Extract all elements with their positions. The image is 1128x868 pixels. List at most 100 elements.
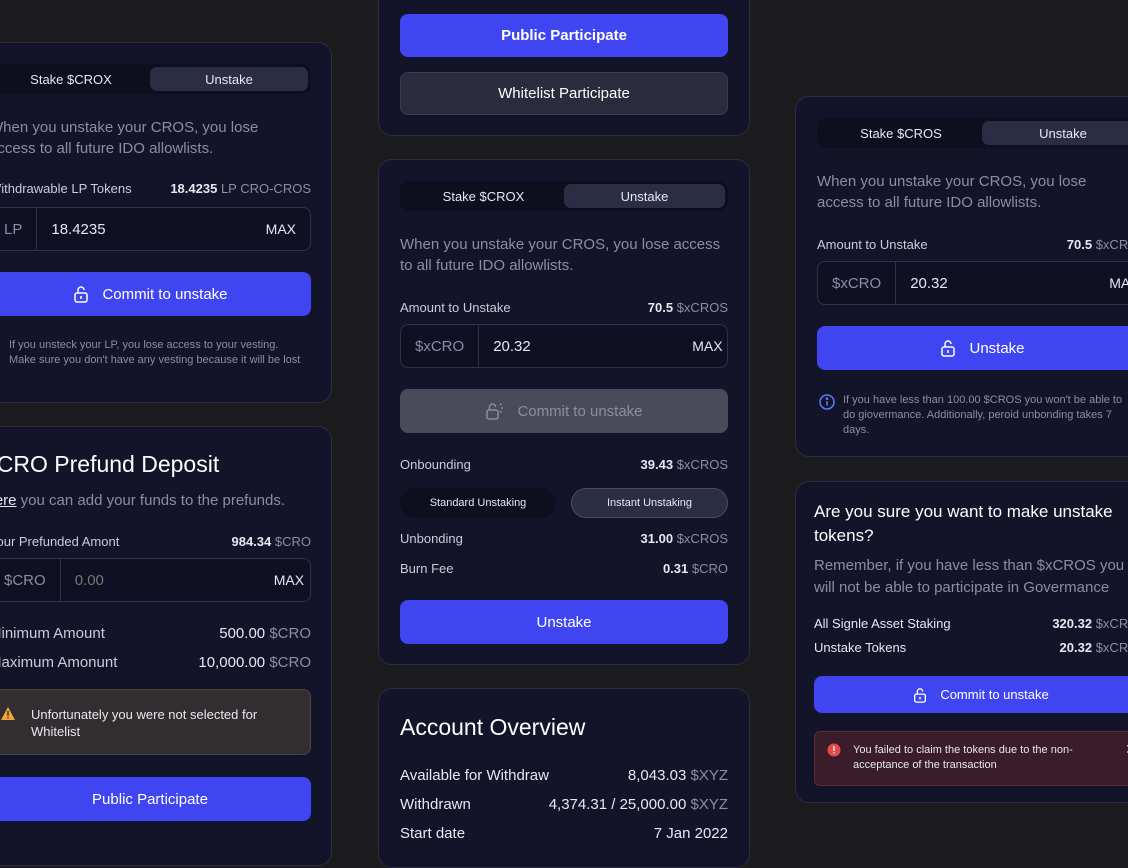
error-text: You failed to claim the tokens due to th…	[853, 744, 1073, 771]
public-participate-label: Public Participate	[501, 27, 627, 44]
tab-unstake[interactable]: Unstake	[150, 67, 308, 91]
maximum-row: Maximum Amonunt 10,000.00 $CRO	[0, 654, 311, 671]
unstake-amount-input[interactable]	[479, 337, 693, 355]
tab-unstake[interactable]: Unstake	[982, 121, 1128, 145]
confirm-title: Are you sure you want to make unstake to…	[814, 502, 1113, 545]
burn-fee-value: 0.31	[662, 561, 689, 576]
prefund-card: $CRO Prefund Deposit Here you can add yo…	[0, 426, 332, 866]
input-prefix: $xCRO	[818, 262, 897, 304]
max-button[interactable]: MAX	[692, 338, 736, 354]
amount-row: Amount to Unstake 70.5 $xCROS	[400, 300, 728, 315]
lp-tokens-value: 18.4235	[170, 181, 218, 196]
public-participate-button[interactable]: Public Participate	[0, 777, 311, 821]
lp-unstake-card: Stake $CROX Unstake When you unstake you…	[0, 42, 332, 403]
lp-amount-field[interactable]: LP MAX	[0, 207, 311, 251]
tab-stake[interactable]: Stake $CROX	[403, 184, 564, 208]
all-staking-row: All Signle Asset Staking 320.32 $xCROS	[814, 616, 1128, 631]
unstake-tokens-label: Unstake Tokens	[814, 640, 907, 655]
whitelist-participate-button[interactable]: Whitelist Participate	[400, 72, 728, 115]
maximum-value: 10,000.00	[198, 654, 266, 671]
minimum-row: Minimum Amount 500.00 $CRO	[0, 625, 311, 642]
amount-label: Amount to Unstake	[400, 300, 511, 315]
start-date-value: 7 Jan 2022	[653, 825, 728, 842]
prefund-amount-field[interactable]: $CRO MAX	[0, 558, 311, 602]
minimum-label: Minimum Amount	[0, 625, 105, 642]
commit-unstake-button[interactable]: Commit to unstake	[814, 676, 1128, 713]
unstake-tokens-value: 20.32	[1059, 640, 1093, 655]
loading-unlock-icon	[486, 402, 504, 420]
maximum-label: Maximum Amonunt	[0, 654, 118, 671]
unstake-simple-card: Stake $CROS Unstake When you unstake you…	[795, 96, 1128, 457]
unstake-card: Stake $CROX Unstake When you unstake you…	[378, 159, 750, 665]
confirm-description: Remember, if you have less than $xCROS y…	[814, 557, 1125, 596]
tab-unstake[interactable]: Unstake	[564, 184, 725, 208]
account-overview-title: Account Overview	[400, 714, 586, 740]
stake-tabs: Stake $CROX Unstake	[0, 64, 311, 94]
prefund-description: Here you can add your funds to the prefu…	[0, 492, 285, 509]
minimum-value: 500.00	[219, 625, 266, 642]
max-button[interactable]: MAX	[1109, 275, 1128, 291]
instant-unstaking-button[interactable]: Instant Unstaking	[571, 488, 728, 518]
prefunded-value: 984.34	[231, 534, 272, 549]
unlock-icon	[74, 286, 89, 303]
burn-fee-label: Burn Fee	[400, 561, 454, 576]
vesting-note: If you unsteck your LP, you lose access …	[9, 339, 301, 366]
lp-tokens-row: Withdrawable LP Tokens 18.4235 LP CRO-CR…	[0, 181, 311, 196]
unstake-button[interactable]: Unstake	[817, 326, 1128, 370]
commit-label: Commit to unstake	[940, 687, 1049, 702]
lp-tokens-label: Withdrawable LP Tokens	[0, 181, 132, 196]
unlock-icon	[914, 687, 927, 703]
onbounding-value: 39.43	[640, 457, 674, 472]
stake-tabs: Stake $CROX Unstake	[400, 181, 728, 211]
unstake-label: Unstake	[536, 613, 592, 631]
lp-tokens-unit: LP CRO-CROS	[220, 181, 311, 196]
available-row: Available for Withdraw 8,043.03 $XYZ	[400, 767, 728, 784]
here-link[interactable]: Here	[0, 492, 17, 509]
confirm-unstake-card: Are you sure you want to make unstake to…	[795, 481, 1128, 803]
tab-stake[interactable]: Stake $CROS	[820, 121, 982, 145]
commit-unstake-button[interactable]: Commit to unstake	[0, 272, 311, 316]
standard-unstaking-button[interactable]: Standard Unstaking	[400, 488, 556, 518]
governance-info: If you have less than 100.00 $CROS you w…	[843, 394, 1123, 436]
max-button[interactable]: MAX	[274, 572, 318, 588]
input-prefix: LP	[0, 208, 38, 250]
commit-label: Commit to unstake	[517, 402, 643, 420]
whitelist-warning: Unfortunately you were not selected for …	[0, 689, 311, 755]
warning-text: Unfortunately you were not selected for …	[31, 707, 258, 739]
unstake-amount-field[interactable]: $xCRO MAX	[400, 324, 728, 368]
start-date-label: Start date	[400, 825, 466, 842]
prefunded-row: Your Prefunded Amont 984.34 $CRO	[0, 534, 311, 549]
lp-amount-input[interactable]	[37, 220, 266, 238]
unstake-description: When you unstake your CROS, you lose acc…	[817, 173, 1087, 211]
unstake-description: When you unstake your CROS, you lose acc…	[0, 119, 259, 157]
public-participate-button[interactable]: Public Participate	[400, 14, 728, 57]
withdrawn-row: Withdrawn 4,374.31 / 25,000.00 $XYZ	[400, 796, 728, 813]
unstake-amount-input[interactable]	[896, 274, 1110, 292]
available-label: Available for Withdraw	[400, 767, 549, 784]
unbonding-row: Unbonding 31.00 $xCROS	[400, 531, 728, 546]
burn-fee-row: Burn Fee 0.31 $CRO	[400, 561, 728, 576]
all-staking-label: All Signle Asset Staking	[814, 616, 951, 631]
commit-unstake-button[interactable]: Commit to unstake	[400, 389, 728, 433]
participate-card: Public Participate Whitelist Participate	[378, 0, 750, 136]
available-value: 8,043.03	[627, 767, 687, 784]
unstake-amount-field[interactable]: $xCRO MAX	[817, 261, 1128, 305]
withdrawn-value: 4,374.31 / 25,000.00	[548, 796, 687, 813]
tab-stake[interactable]: Stake $CROX	[0, 67, 150, 91]
withdrawn-label: Withdrawn	[400, 796, 471, 813]
input-prefix: $CRO	[0, 559, 61, 601]
max-button[interactable]: MAX	[266, 221, 310, 237]
prefund-amount-input[interactable]	[60, 571, 274, 589]
start-date-row: Start date 7 Jan 2022	[400, 825, 728, 842]
unbonding-label: Unbonding	[400, 531, 463, 546]
onbounding-row: Onbounding 39.43 $xCROS	[400, 457, 728, 472]
all-staking-value: 320.32	[1052, 616, 1093, 631]
unlock-icon	[941, 340, 956, 357]
warning-icon	[1, 707, 15, 720]
unstake-button[interactable]: Unstake	[400, 600, 728, 644]
info-icon	[819, 394, 835, 410]
commit-label: Commit to unstake	[102, 285, 228, 303]
unstake-tokens-row: Unstake Tokens 20.32 $xCROS	[814, 640, 1128, 655]
prefund-title: $CRO Prefund Deposit	[0, 451, 220, 477]
public-participate-label: Public Participate	[92, 790, 208, 808]
